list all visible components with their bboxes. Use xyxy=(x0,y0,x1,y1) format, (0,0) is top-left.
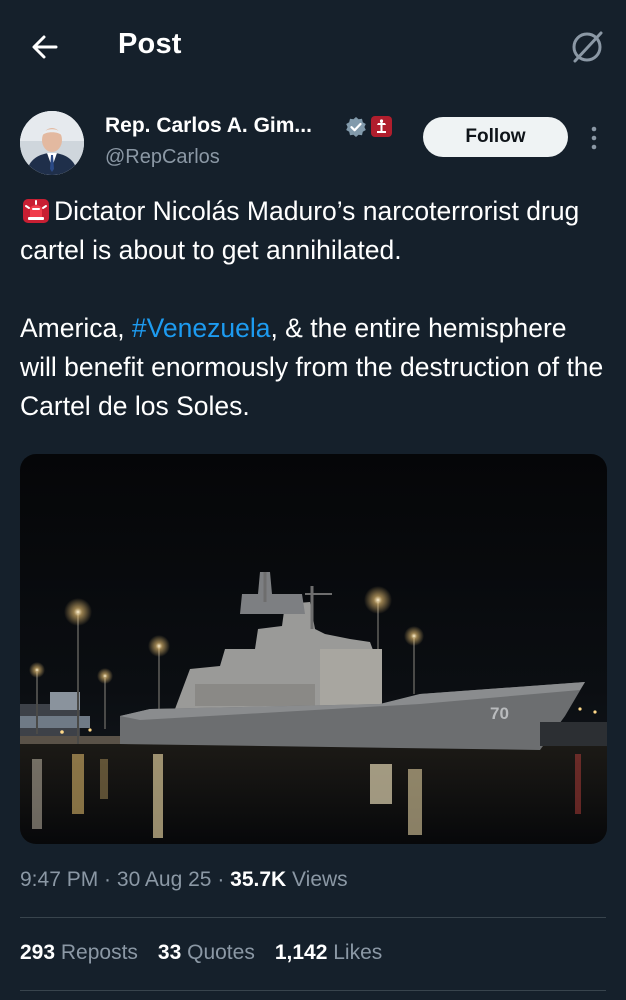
tweet-line-1: Dictator Nicolás Maduro’s narcoterrorist… xyxy=(20,196,580,265)
more-vertical-icon xyxy=(591,126,597,150)
tweet-text: Dictator Nicolás Maduro’s narcoterrorist… xyxy=(20,192,610,426)
more-options-button[interactable] xyxy=(584,124,604,152)
reposts-stat[interactable]: 293 Reposts xyxy=(20,941,138,965)
hull-number: 70 xyxy=(490,704,509,723)
follow-button[interactable]: Follow xyxy=(423,117,568,157)
author-name[interactable]: Rep. Carlos A. Gim... xyxy=(105,114,312,138)
post-date: 30 Aug 25 xyxy=(116,868,212,891)
divider xyxy=(20,990,606,991)
top-bar: Post xyxy=(0,0,626,92)
tweet-line-2-start: America, xyxy=(20,313,132,343)
arrow-left-icon xyxy=(32,35,58,59)
author-handle[interactable]: @RepCarlos xyxy=(105,146,220,169)
grok-button[interactable] xyxy=(568,28,606,66)
tweet-paragraph-2: America, #Venezuela, & the entire hemisp… xyxy=(20,309,610,426)
hashtag-link[interactable]: #Venezuela xyxy=(132,313,271,343)
views-label: Views xyxy=(286,868,348,891)
quotes-label: Quotes xyxy=(181,941,255,964)
divider xyxy=(20,917,606,918)
views-count[interactable]: 35.7K xyxy=(230,868,286,891)
avatar[interactable] xyxy=(20,111,84,175)
likes-stat[interactable]: 1,142 Likes xyxy=(275,941,382,965)
night-warship-photo: 70 xyxy=(20,454,607,844)
likes-label: Likes xyxy=(327,941,383,964)
back-button[interactable] xyxy=(28,30,62,64)
likes-count: 1,142 xyxy=(274,941,328,964)
quotes-count: 33 xyxy=(157,941,182,964)
affiliation-badge-icon xyxy=(371,116,392,137)
reposts-label: Reposts xyxy=(55,941,138,964)
post-meta: 9:47 PM · 30 Aug 25 · 35.7K Views xyxy=(20,868,348,892)
meta-separator: · xyxy=(98,868,117,891)
tweet-media-image[interactable]: 70 xyxy=(20,454,607,844)
post-time: 9:47 PM xyxy=(20,868,99,891)
post-detail-page: Post Rep. Carlos A. Gim... @RepCarlos Fo… xyxy=(0,0,626,1000)
tweet-paragraph-1: Dictator Nicolás Maduro’s narcoterrorist… xyxy=(20,192,610,270)
grok-icon xyxy=(572,31,603,63)
quotes-stat[interactable]: 33 Quotes xyxy=(158,941,255,965)
avatar-image xyxy=(20,111,84,175)
engagement-stats: 293 Reposts 33 Quotes 1,142 Likes xyxy=(20,941,402,965)
verified-badge-icon xyxy=(345,116,367,138)
page-title: Post xyxy=(118,28,182,60)
reposts-count: 293 xyxy=(20,941,56,964)
police-light-icon xyxy=(20,195,52,225)
meta-separator: · xyxy=(211,868,231,891)
